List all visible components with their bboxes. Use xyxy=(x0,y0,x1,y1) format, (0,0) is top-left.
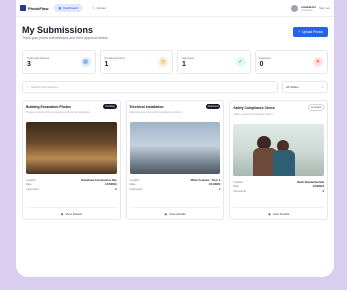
card-title: Safety Compliance Check xyxy=(233,105,275,110)
row-label: Comments xyxy=(26,187,39,191)
row-label: Location xyxy=(129,179,140,183)
row-value: 0 xyxy=(115,187,117,191)
status-badge: In review xyxy=(308,104,325,111)
stats-row: Total submissions 3 ▤ Pending Review 1 ◷… xyxy=(22,50,328,74)
stat-label: Approved xyxy=(182,56,194,60)
view-details-button[interactable]: ◉ View Details xyxy=(233,207,325,216)
person-figure xyxy=(273,150,296,176)
clock-icon: ◷ xyxy=(158,57,168,67)
view-details-button[interactable]: ◉ View Details xyxy=(129,207,221,216)
app-name: PhotoFlow xyxy=(28,5,49,11)
card-row-location: Location Downtown Construction Site xyxy=(26,179,117,182)
view-details-label: View Details xyxy=(65,212,82,216)
upload-icon: ⇪ xyxy=(91,6,95,10)
stat-pending: Pending Review 1 ◷ xyxy=(99,50,173,74)
logo-icon xyxy=(20,5,26,11)
tab-upload[interactable]: ⇪ Upload xyxy=(88,4,110,12)
check-circle-icon: ✓ xyxy=(235,57,246,67)
row-value: 1/14/2024 xyxy=(208,183,221,187)
row-value: 1 xyxy=(218,187,221,191)
search-input[interactable]: ⌕ Search submissions... xyxy=(22,81,278,93)
page-title: My Submissions xyxy=(22,25,94,35)
row-value: North Residential Site xyxy=(297,181,325,185)
top-nav: PhotoFlow ▦ Dashboard ⇪ Upload contracto… xyxy=(16,0,334,17)
eye-icon: ◉ xyxy=(164,212,168,216)
submission-card[interactable]: Safety Compliance Check In review Safety… xyxy=(229,100,329,220)
stat-value: 3 xyxy=(27,61,31,68)
stat-value: 1 xyxy=(104,61,109,68)
document-icon: ▤ xyxy=(80,57,91,67)
card-row-location: Location Office Complex - Floor 2 xyxy=(130,179,221,182)
card-description: Electrical panel and wiring installation… xyxy=(129,111,183,114)
eye-icon: ◉ xyxy=(60,212,64,216)
stat-label: Total submissions xyxy=(27,56,50,60)
upload-photos-button[interactable]: + Upload Photos xyxy=(293,27,328,37)
x-circle-icon: ✕ xyxy=(313,57,323,67)
row-label: Location xyxy=(233,181,244,185)
upload-photos-label: Upload Photos xyxy=(302,30,323,34)
card-title: Building Excavation Photos xyxy=(26,104,71,109)
status-filter-select[interactable]: All Status ⌄ xyxy=(282,81,328,93)
avatar[interactable] xyxy=(291,4,299,12)
status-badge: Pending xyxy=(103,104,117,109)
search-icon: ⌕ xyxy=(27,85,29,89)
stat-label: Rejected xyxy=(259,56,271,60)
row-label: Location xyxy=(26,179,36,183)
row-value: Downtown Construction Site xyxy=(81,179,117,183)
user-info: contractor Contractor xyxy=(301,5,316,12)
tab-dashboard-label: Dashboard xyxy=(63,6,78,10)
row-value: Office Complex - Floor 2 xyxy=(190,179,221,183)
submission-photo[interactable] xyxy=(26,122,117,174)
submission-card[interactable]: Electrical Installation Approved Electri… xyxy=(125,100,225,220)
card-description: Progress photos of the excavation work f… xyxy=(26,111,90,114)
card-row-date: Date 1/13/2024 xyxy=(233,185,324,188)
user-role: Contractor xyxy=(301,8,313,12)
row-value: 1/13/2024 xyxy=(312,185,325,189)
view-details-button[interactable]: ◉ View Details xyxy=(26,207,117,216)
view-details-label: View Details xyxy=(272,212,290,216)
status-filter-value: All Status xyxy=(286,85,299,89)
submission-photo[interactable] xyxy=(233,124,325,176)
card-row-location: Location North Residential Site xyxy=(233,181,324,184)
card-title: Electrical Installation xyxy=(129,104,164,109)
card-description: Safety equipment inspection photos xyxy=(233,113,273,116)
card-row-comments: Comments 0 xyxy=(26,188,117,191)
row-value: 1/15/2024 xyxy=(105,183,117,187)
card-row-date: Date 1/14/2024 xyxy=(130,183,221,186)
signout-link[interactable]: Sign out xyxy=(319,6,330,10)
row-label: Date xyxy=(26,183,32,187)
filter-bar: ⌕ Search submissions... All Status ⌄ xyxy=(22,81,328,93)
row-label: Comments xyxy=(233,189,246,193)
plus-icon: + xyxy=(298,30,301,34)
app-window: PhotoFlow ▦ Dashboard ⇪ Upload contracto… xyxy=(16,0,334,277)
row-label: Comments xyxy=(129,187,143,191)
stat-rejected: Rejected 0 ✕ xyxy=(254,50,328,74)
submission-photo[interactable] xyxy=(129,122,221,174)
search-placeholder: Search submissions... xyxy=(30,85,61,89)
submission-card[interactable]: Building Excavation Photos Pending Progr… xyxy=(22,100,121,220)
card-row-comments: Comments 1 xyxy=(130,188,221,191)
card-row-date: Date 1/15/2024 xyxy=(26,183,117,186)
card-row-comments: Comments 0 xyxy=(233,190,324,193)
logo[interactable]: PhotoFlow xyxy=(20,5,48,11)
eye-icon: ◉ xyxy=(268,212,271,216)
stat-value: 0 xyxy=(259,61,264,68)
grid-icon: ▦ xyxy=(58,6,62,10)
stat-value: 1 xyxy=(182,61,186,68)
stat-approved: Approved 1 ✓ xyxy=(177,50,251,74)
stat-total: Total submissions 3 ▤ xyxy=(22,50,96,74)
chevron-down-icon: ⌄ xyxy=(321,85,324,89)
row-label: Date xyxy=(233,185,239,189)
tab-upload-label: Upload xyxy=(96,6,107,10)
row-value: 0 xyxy=(322,189,325,193)
row-label: Date xyxy=(129,183,136,187)
status-badge: Approved xyxy=(205,104,221,109)
submission-cards: Building Excavation Photos Pending Progr… xyxy=(22,100,329,220)
view-details-label: View Details xyxy=(169,212,186,216)
page-subtitle: Track your photo submissions and their a… xyxy=(22,36,108,40)
stat-label: Pending Review xyxy=(104,56,125,60)
tab-dashboard[interactable]: ▦ Dashboard xyxy=(54,4,82,12)
